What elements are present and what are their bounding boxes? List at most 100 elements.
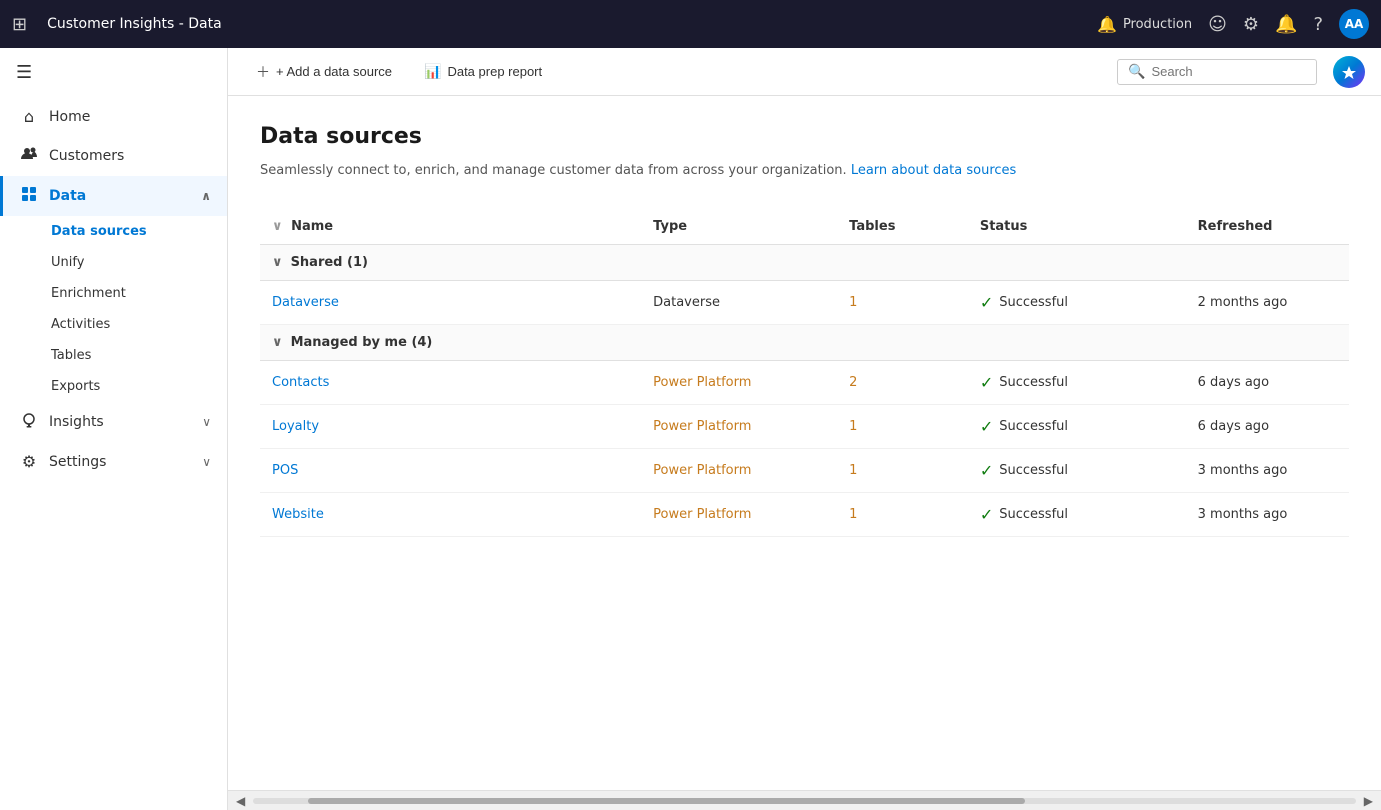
status-text: Successful xyxy=(999,463,1068,478)
data-source-link[interactable]: POS xyxy=(272,463,298,478)
search-box[interactable]: 🔍 xyxy=(1117,59,1317,85)
sidebar-subitem-enrichment-label: Enrichment xyxy=(51,286,126,301)
settings-expand-icon: ∨ xyxy=(202,455,211,469)
col-header-refreshed: Refreshed xyxy=(1186,209,1349,245)
data-sources-table: ∨ Name Type Tables Status Refreshed ∨Sha… xyxy=(260,209,1349,537)
row-name: POS xyxy=(260,448,641,492)
col-header-status: Status xyxy=(968,209,1186,245)
row-name: Dataverse xyxy=(260,280,641,324)
search-input[interactable] xyxy=(1151,64,1306,79)
environment-selector[interactable]: 🔔 Production xyxy=(1097,15,1192,34)
status-text: Successful xyxy=(999,507,1068,522)
row-refreshed: 3 months ago xyxy=(1186,492,1349,536)
row-type: Power Platform xyxy=(641,448,837,492)
insights-icon xyxy=(19,412,39,432)
sidebar: ☰ ⌂ Home Customers Data xyxy=(0,48,228,810)
app-body: ☰ ⌂ Home Customers Data xyxy=(0,48,1381,810)
row-refreshed: 6 days ago xyxy=(1186,404,1349,448)
sidebar-item-insights-label: Insights xyxy=(49,414,104,430)
sidebar-subitem-enrichment[interactable]: Enrichment xyxy=(0,278,227,309)
data-source-link[interactable]: Website xyxy=(272,507,324,522)
page-description: Seamlessly connect to, enrich, and manag… xyxy=(260,161,1349,181)
data-prep-report-button[interactable]: 📊 Data prep report xyxy=(412,57,554,86)
scroll-left-arrow[interactable]: ◀ xyxy=(232,792,249,810)
row-status: ✓ Successful xyxy=(968,448,1186,492)
data-source-link[interactable]: Dataverse xyxy=(272,295,339,310)
topbar-right: 🔔 Production ☺ ⚙ 🔔 ? AA xyxy=(1097,9,1369,39)
sidebar-subitem-tables[interactable]: Tables xyxy=(0,340,227,371)
toolbar: ＋ + Add a data source 📊 Data prep report… xyxy=(228,48,1381,96)
description-text: Seamlessly connect to, enrich, and manag… xyxy=(260,163,847,178)
status-text: Successful xyxy=(999,295,1068,310)
row-status: ✓ Successful xyxy=(968,404,1186,448)
table-group-header: ∨Shared (1) xyxy=(260,244,1349,280)
row-refreshed: 2 months ago xyxy=(1186,280,1349,324)
status-check-icon: ✓ xyxy=(980,461,993,480)
scrollbar-track[interactable] xyxy=(253,798,1356,804)
app-title: Customer Insights - Data xyxy=(47,16,1085,32)
data-icon xyxy=(19,186,39,206)
sidebar-item-customers-label: Customers xyxy=(49,148,124,164)
copilot-button[interactable] xyxy=(1333,56,1365,88)
row-name: Loyalty xyxy=(260,404,641,448)
page-title: Data sources xyxy=(260,124,1349,149)
status-check-icon: ✓ xyxy=(980,417,993,436)
sidebar-subitem-tables-label: Tables xyxy=(51,348,91,363)
row-type: Power Platform xyxy=(641,404,837,448)
row-type: Power Platform xyxy=(641,360,837,404)
row-type: Dataverse xyxy=(641,280,837,324)
group-toggle-icon[interactable]: ∨ xyxy=(272,255,283,270)
bell-icon[interactable]: 🔔 xyxy=(1275,14,1297,35)
grid-icon[interactable]: ⊞ xyxy=(12,14,27,35)
help-icon[interactable]: ? xyxy=(1313,14,1323,35)
status-text: Successful xyxy=(999,375,1068,390)
customers-icon xyxy=(19,146,39,166)
settings-icon[interactable]: ⚙ xyxy=(1243,14,1259,35)
avatar[interactable]: AA xyxy=(1339,9,1369,39)
sidebar-subitem-exports[interactable]: Exports xyxy=(0,371,227,402)
group-toggle-icon[interactable]: ∨ xyxy=(272,335,283,350)
add-icon: ＋ xyxy=(256,62,270,82)
table-row: POS Power Platform 1 ✓ Successful 3 mont… xyxy=(260,448,1349,492)
table-row: Dataverse Dataverse 1 ✓ Successful 2 mon… xyxy=(260,280,1349,324)
sidebar-item-settings[interactable]: ⚙ Settings ∨ xyxy=(0,442,227,481)
table-row: Website Power Platform 1 ✓ Successful 3 … xyxy=(260,492,1349,536)
sidebar-item-data-label: Data xyxy=(49,188,86,204)
table-row: Loyalty Power Platform 1 ✓ Successful 6 … xyxy=(260,404,1349,448)
report-icon: 📊 xyxy=(424,63,441,80)
row-tables: 1 xyxy=(837,448,968,492)
sidebar-item-data[interactable]: Data ∧ xyxy=(0,176,227,216)
copilot-circle xyxy=(1333,56,1365,88)
sidebar-item-home-label: Home xyxy=(49,109,90,125)
scroll-right-arrow[interactable]: ▶ xyxy=(1360,792,1377,810)
row-tables: 1 xyxy=(837,404,968,448)
row-tables: 1 xyxy=(837,280,968,324)
add-data-source-label: + Add a data source xyxy=(276,64,392,79)
data-source-link[interactable]: Loyalty xyxy=(272,419,319,434)
col-header-name: ∨ Name xyxy=(260,209,641,245)
content-area: ＋ + Add a data source 📊 Data prep report… xyxy=(228,48,1381,810)
sidebar-item-home[interactable]: ⌂ Home xyxy=(0,97,227,136)
sidebar-subitem-unify-label: Unify xyxy=(51,255,84,270)
environment-icon: 🔔 xyxy=(1097,15,1117,34)
row-refreshed: 3 months ago xyxy=(1186,448,1349,492)
sidebar-subitem-unify[interactable]: Unify xyxy=(0,247,227,278)
sidebar-nav: ⌂ Home Customers Data ∧ xyxy=(0,97,227,481)
data-source-link[interactable]: Contacts xyxy=(272,375,329,390)
scrollbar-thumb[interactable] xyxy=(308,798,1025,804)
insights-expand-icon: ∨ xyxy=(202,415,211,429)
row-status: ✓ Successful xyxy=(968,492,1186,536)
add-data-source-button[interactable]: ＋ + Add a data source xyxy=(244,56,404,88)
sort-icon[interactable]: ∨ xyxy=(272,219,283,234)
horizontal-scrollbar[interactable]: ◀ ▶ xyxy=(228,790,1381,810)
status-check-icon: ✓ xyxy=(980,373,993,392)
row-type: Power Platform xyxy=(641,492,837,536)
hamburger-menu[interactable]: ☰ xyxy=(0,48,227,97)
sidebar-item-customers[interactable]: Customers xyxy=(0,136,227,176)
smiley-icon[interactable]: ☺ xyxy=(1208,14,1227,35)
sidebar-subitem-activities[interactable]: Activities xyxy=(0,309,227,340)
sidebar-item-insights[interactable]: Insights ∨ xyxy=(0,402,227,442)
learn-link[interactable]: Learn about data sources xyxy=(851,163,1016,178)
row-refreshed: 6 days ago xyxy=(1186,360,1349,404)
sidebar-subitem-data-sources[interactable]: Data sources xyxy=(0,216,227,247)
